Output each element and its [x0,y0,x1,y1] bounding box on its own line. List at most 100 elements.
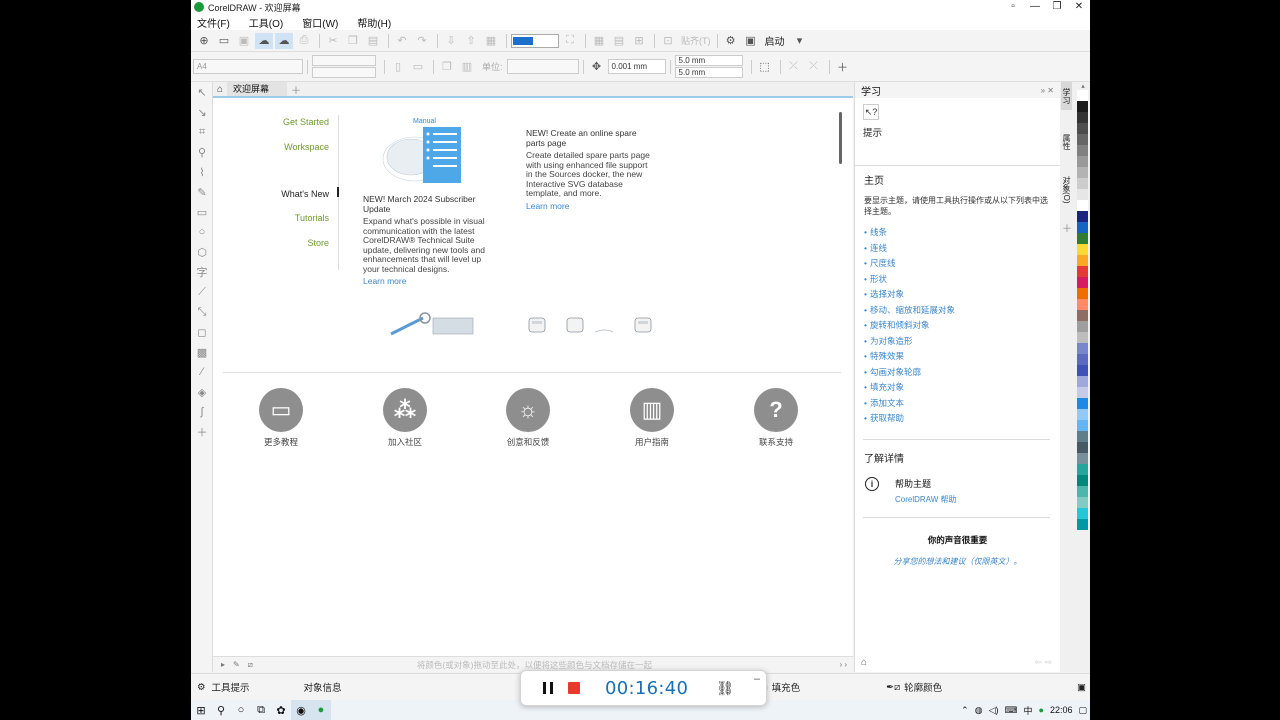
quick-link-join-community[interactable]: ⁂ 加入社区 [365,388,445,448]
fill-color-label[interactable]: 填充色 [772,680,801,694]
topic-link[interactable]: • 特殊效果 [864,349,1060,365]
palette-swatch[interactable] [1077,200,1088,211]
smart-fill-tool-icon[interactable]: ∫ [191,402,213,422]
table-icon[interactable]: ▤ [610,33,628,49]
menu-tools[interactable]: 工具(O) [249,15,283,30]
pick-tool-icon[interactable]: ↖ [191,82,213,102]
palette-swatch[interactable] [1077,266,1088,277]
palette-swatch[interactable] [1077,431,1088,442]
text-tool-icon[interactable]: 字 [191,262,213,282]
outline-color-label[interactable]: 轮廓颜色 [904,680,942,694]
home-icon[interactable]: ⌂ [213,84,227,95]
docker-tab-properties[interactable]: 属性 [1061,128,1072,156]
browser-icon[interactable]: ◉ [291,700,311,720]
gear-icon[interactable]: ⚙ [197,682,206,693]
palette-swatch[interactable] [1077,244,1088,255]
topic-link[interactable]: • 勾画对象轮廓 [864,365,1060,381]
duplicate-y-field[interactable]: 5.0 mm [674,67,743,78]
search-icon[interactable]: ⚲ [211,700,231,720]
volume-icon[interactable]: ◁) [989,705,999,716]
redo-icon[interactable]: ↷ [413,33,431,49]
topic-link[interactable]: • 添加文本 [864,396,1060,412]
menu-help[interactable]: 帮助(H) [357,15,391,30]
cortana-icon[interactable]: ○ [231,700,251,720]
docker-tab-learn[interactable]: 学习 [1061,82,1072,110]
parallel-dimension-tool-icon[interactable]: ⟋ [191,282,213,302]
export-icon[interactable]: ⇧ [462,33,480,49]
paste-icon[interactable]: ▤ [364,33,382,49]
drop-shadow-tool-icon[interactable]: ◻ [191,322,213,342]
quick-link-more-tutorials[interactable]: ▭ 更多教程 [241,388,321,448]
polygon-tool-icon[interactable]: ⬡ [191,242,213,262]
topic-link[interactable]: • 移动、缩放和延展对象 [864,303,1060,319]
grid-icon[interactable]: ▦ [590,33,608,49]
topic-link[interactable]: • 连线 [864,241,1060,257]
palette-swatch[interactable] [1077,387,1088,398]
palette-swatch[interactable] [1077,255,1088,266]
topic-link[interactable]: • 尺度线 [864,256,1060,272]
save-icon[interactable]: ▣ [235,33,253,49]
hide-object-icon[interactable]: ⤫ [785,59,803,75]
palette-swatch[interactable] [1077,156,1088,167]
restore-small-button[interactable]: ▫ [1002,0,1024,14]
learn-more-link[interactable]: Learn more [526,201,656,211]
palette-swatch[interactable] [1077,453,1088,464]
link-icon[interactable]: ⛓ [716,680,734,697]
palette-swatch[interactable] [1077,288,1088,299]
cloud-share-icon[interactable]: ☁ [275,32,293,49]
nav-store[interactable]: Store [307,238,329,248]
recorder-minimize-button[interactable]: – [754,673,760,685]
task-view-icon[interactable]: ⧉ [251,700,271,720]
new-document-icon[interactable]: ⊕ [195,33,213,49]
palette-swatch[interactable] [1077,409,1088,420]
no-color-icon[interactable]: ⧄ [248,660,253,670]
landscape-icon[interactable]: ▭ [409,59,427,75]
palette-swatch[interactable] [1077,145,1088,156]
import-icon[interactable]: ⇩ [442,33,460,49]
palette-swatch[interactable] [1077,112,1088,123]
coreldraw-taskbar-icon[interactable]: ● [311,700,331,720]
minimize-button[interactable]: — [1024,0,1046,14]
quick-link-ideas-feedback[interactable]: ☼ 创意和反馈 [488,388,568,448]
palette-swatch[interactable] [1077,310,1088,321]
freehand-tool-icon[interactable]: ⌇ [191,162,213,182]
print-icon[interactable]: ⎙ [295,33,313,49]
palette-swatch[interactable] [1077,222,1088,233]
palette-swatch[interactable] [1077,519,1088,530]
copy-icon[interactable]: ❐ [344,33,362,49]
transparency-tool-icon[interactable]: ▩ [191,342,213,362]
ellipse-tool-icon[interactable]: ○ [191,222,213,242]
eyedropper-icon[interactable]: ✎ [233,660,240,669]
palette-swatch[interactable] [1077,299,1088,310]
docker-collapse-icon[interactable]: » ✕ [1041,86,1054,95]
nav-tutorials[interactable]: Tutorials [295,213,329,223]
tool-hint-label[interactable]: 工具提示 [212,680,250,694]
tab-welcome-screen[interactable]: 欢迎屏幕 [227,82,288,96]
palette-swatch[interactable] [1077,178,1088,189]
palette-swatch[interactable] [1077,321,1088,332]
quick-link-contact-support[interactable]: ? 联系支持 [736,388,816,448]
docker-nav-arrows-icon[interactable]: ⇦ ⇨ [1034,657,1052,668]
palette-scroll-up-icon[interactable]: ▴ [1076,82,1090,90]
palette-swatch[interactable] [1077,101,1088,112]
palette-swatch[interactable] [1077,277,1088,288]
palette-swatch[interactable] [1077,497,1088,508]
clock[interactable]: 22:06 [1050,705,1073,715]
palette-swatch[interactable] [1077,376,1088,387]
palette-swatch[interactable] [1077,475,1088,486]
units-select[interactable] [506,59,579,74]
color-proof-icon[interactable]: ▣ [1077,682,1086,693]
menu-file[interactable]: 文件(F) [197,15,230,30]
nav-whats-new[interactable]: What's New [281,189,329,199]
topic-link[interactable]: • 为对象造形 [864,334,1060,350]
nav-workspace[interactable]: Workspace [284,142,329,152]
palette-swatch[interactable] [1077,442,1088,453]
palette-swatch[interactable] [1077,167,1088,178]
palette-swatch[interactable] [1077,90,1088,101]
nudge-distance-field[interactable]: 0.001 mm [607,59,666,74]
nav-get-started[interactable]: Get Started [283,117,329,127]
treat-as-filled-icon[interactable]: ⬚ [756,59,774,75]
artistic-media-tool-icon[interactable]: ✎ [191,182,213,202]
topic-link[interactable]: • 形状 [864,272,1060,288]
snap-icon[interactable]: ⊡ [659,33,677,49]
